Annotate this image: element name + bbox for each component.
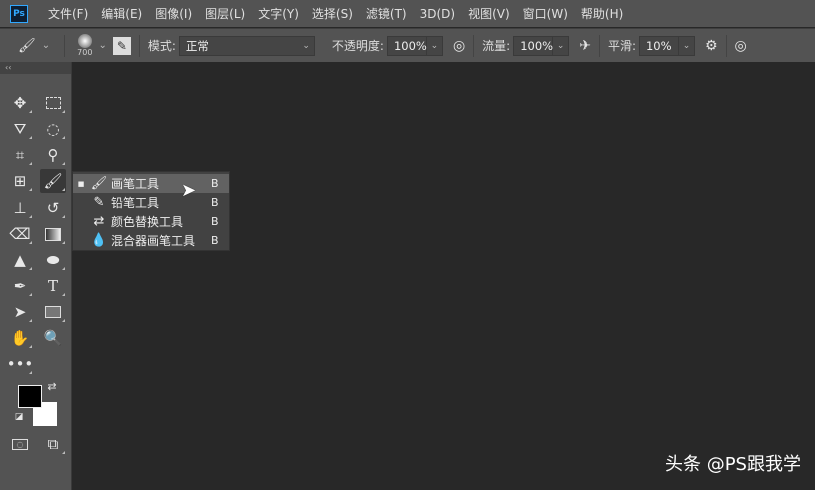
mixer-brush-icon: 💧 bbox=[90, 233, 108, 248]
menu-type[interactable]: 文字(Y) bbox=[258, 5, 299, 22]
menu-file[interactable]: 文件(F) bbox=[48, 5, 88, 22]
menu-edit[interactable]: 编辑(E) bbox=[101, 5, 142, 22]
brush-tools-flyout: ■ 🖌 画笔工具 B ✎ 铅笔工具 B ⇄ 颜色替换工具 B 💧 混合器画笔工具 B bbox=[72, 171, 230, 251]
divider bbox=[598, 34, 600, 57]
canvas-area[interactable] bbox=[73, 62, 815, 490]
color-replacement-icon: ⇄ bbox=[93, 214, 105, 229]
shortcut-key: B bbox=[211, 234, 219, 247]
brush-size-picker[interactable]: 700 bbox=[77, 34, 92, 57]
opacity-dropdown[interactable]: ⌄ bbox=[426, 35, 443, 56]
flow-dropdown[interactable]: ⌄ bbox=[553, 35, 570, 56]
eyedropper-tool-icon[interactable]: ⚲ bbox=[40, 143, 66, 167]
hand-tool-icon[interactable]: ✋ bbox=[7, 326, 33, 350]
shortcut-key: B bbox=[211, 196, 219, 209]
flyout-item-color-replacement-tool[interactable]: ⇄ 颜色替换工具 B bbox=[73, 212, 229, 231]
rectangle-tool-icon[interactable] bbox=[40, 300, 66, 324]
brush-icon: 🖌 bbox=[90, 176, 108, 191]
shortcut-key: B bbox=[211, 177, 219, 190]
tools-panel: ‹‹ ✥ ⛛ ◌ ⌗ ⚲ ⊞ 🖌 ⊥ ↺ ⌫ ▲ ⬬ ✒ T ➤ ✋ 🔍 •••… bbox=[0, 62, 72, 490]
eraser-tool-icon[interactable]: ⌫ bbox=[7, 222, 33, 246]
move-tool-icon[interactable]: ✥ bbox=[7, 91, 33, 115]
divider bbox=[64, 34, 66, 57]
brush-settings-panel-icon[interactable]: ✎ bbox=[112, 36, 131, 55]
flyout-item-mixer-brush-tool[interactable]: 💧 混合器画笔工具 B bbox=[73, 231, 229, 250]
mode-label: 模式: bbox=[147, 39, 176, 53]
pressure-opacity-icon[interactable]: ◎ bbox=[453, 38, 465, 54]
lasso-tool-icon[interactable]: ⛛ bbox=[7, 117, 33, 141]
healing-brush-tool-icon[interactable]: ⊞ bbox=[7, 169, 33, 193]
dodge-tool-icon[interactable]: ⬬ bbox=[40, 248, 66, 272]
pen-tool-icon[interactable]: ✒ bbox=[7, 274, 33, 298]
clone-stamp-tool-icon[interactable]: ⊥ bbox=[7, 196, 33, 220]
path-selection-tool-icon[interactable]: ➤ bbox=[7, 300, 33, 324]
brush-size-value: 700 bbox=[77, 48, 93, 57]
smoothing-dropdown[interactable]: ⌄ bbox=[678, 35, 695, 56]
flow-input[interactable]: 100% bbox=[513, 35, 554, 56]
opacity-input[interactable]: 100% bbox=[386, 35, 427, 56]
chevron-down-icon[interactable]: ⌄ bbox=[42, 40, 50, 51]
menu-layer[interactable]: 图层(L) bbox=[205, 5, 245, 22]
collapse-toolbar-button[interactable]: ‹‹ bbox=[0, 62, 71, 74]
zoom-tool-icon[interactable]: 🔍 bbox=[40, 326, 66, 350]
photoshop-logo: Ps bbox=[10, 4, 28, 23]
flow-label: 流量: bbox=[482, 39, 511, 53]
edit-toolbar-icon[interactable]: ••• bbox=[7, 352, 33, 376]
menu-image[interactable]: 图像(I) bbox=[155, 5, 192, 22]
shortcut-key: B bbox=[211, 215, 219, 228]
divider bbox=[138, 34, 140, 57]
menu-filter[interactable]: 滤镜(T) bbox=[366, 5, 407, 22]
menu-help[interactable]: 帮助(H) bbox=[581, 5, 623, 22]
quick-selection-tool-icon[interactable]: ◌ bbox=[40, 117, 66, 141]
smoothing-input[interactable]: 10% bbox=[638, 35, 679, 56]
divider bbox=[473, 34, 475, 57]
history-brush-tool-icon[interactable]: ↺ bbox=[40, 196, 66, 220]
gear-icon[interactable]: ⚙ bbox=[705, 38, 718, 54]
brush-preset-icon[interactable]: 🖌 bbox=[18, 38, 36, 54]
flyout-item-brush-tool[interactable]: ■ 🖌 画笔工具 B bbox=[73, 174, 229, 193]
gradient-tool-icon[interactable] bbox=[40, 222, 66, 246]
menu-window[interactable]: 窗口(W) bbox=[523, 5, 568, 22]
quick-mask-icon[interactable]: ◌ bbox=[7, 432, 33, 456]
brush-tip-icon bbox=[77, 34, 92, 48]
menu-view[interactable]: 视图(V) bbox=[468, 5, 510, 22]
airbrush-icon[interactable]: ✈ bbox=[579, 38, 591, 54]
menu-select[interactable]: 选择(S) bbox=[312, 5, 353, 22]
mouse-cursor-icon: ➤ bbox=[181, 180, 197, 201]
mode-value: 正常 bbox=[185, 38, 209, 53]
flyout-item-pencil-tool[interactable]: ✎ 铅笔工具 B bbox=[73, 193, 229, 212]
divider bbox=[725, 34, 727, 57]
marquee-tool-icon[interactable] bbox=[40, 91, 66, 115]
pencil-icon: ✎ bbox=[93, 195, 105, 210]
crop-tool-icon[interactable]: ⌗ bbox=[7, 143, 33, 167]
selected-indicator: ■ bbox=[77, 179, 85, 188]
type-tool-icon[interactable]: T bbox=[40, 274, 66, 298]
pressure-size-icon[interactable]: ◎ bbox=[735, 38, 747, 54]
menu-3d[interactable]: 3D(D) bbox=[420, 7, 455, 21]
foreground-color-swatch[interactable] bbox=[18, 385, 42, 408]
item-label: 混合器画笔工具 bbox=[111, 234, 196, 248]
item-label: 颜色替换工具 bbox=[111, 215, 184, 229]
opacity-label: 不透明度: bbox=[331, 39, 384, 53]
chevron-down-icon[interactable]: ⌄ bbox=[98, 40, 106, 51]
smoothing-label: 平滑: bbox=[607, 39, 636, 53]
screen-mode-icon[interactable]: ⧉ bbox=[40, 432, 66, 456]
brush-tool-icon[interactable]: 🖌 bbox=[40, 169, 66, 193]
blur-tool-icon[interactable]: ▲ bbox=[7, 248, 33, 272]
chevron-down-icon: ⌄ bbox=[302, 40, 310, 51]
swap-colors-icon[interactable]: ⇄ bbox=[44, 378, 60, 394]
mode-select[interactable]: 正常 ⌄ bbox=[178, 35, 315, 56]
watermark: 头条 @PS跟我学 bbox=[664, 454, 801, 475]
options-bar: 🖌 ⌄ 700 ⌄ ✎ 模式: 正常 ⌄ 不透明度: 100% ⌄ ◎ 流量: 1… bbox=[0, 28, 815, 62]
default-colors-icon[interactable]: ◪ bbox=[13, 411, 25, 423]
menu-bar: Ps 文件(F) 编辑(E) 图像(I) 图层(L) 文字(Y) 选择(S) 滤… bbox=[0, 0, 815, 27]
